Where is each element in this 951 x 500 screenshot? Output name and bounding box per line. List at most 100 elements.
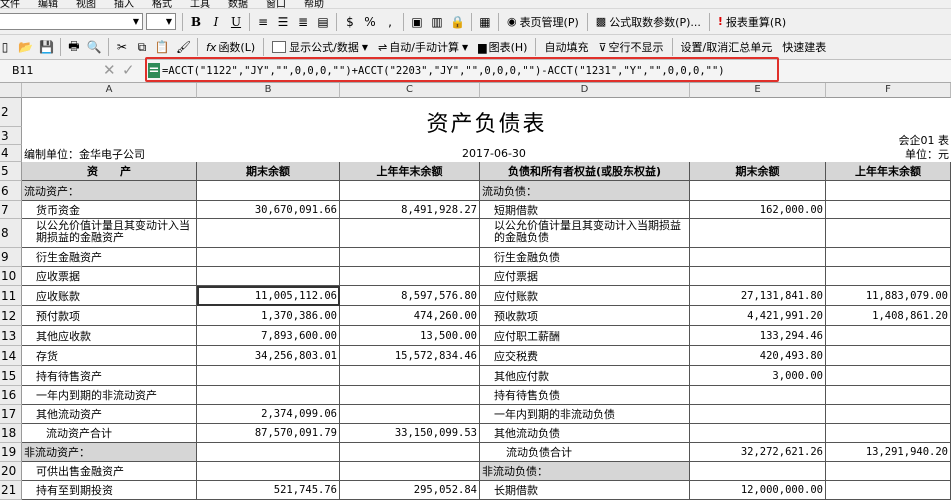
- cell-b8[interactable]: [197, 219, 340, 248]
- hide-empty-rows-button[interactable]: ⊽ 空行不显示: [594, 38, 667, 57]
- cell-a13[interactable]: 其他应收款: [22, 326, 197, 346]
- align-right-icon[interactable]: ≣: [294, 12, 312, 31]
- menu-item[interactable]: 数据: [228, 0, 248, 8]
- menu-item[interactable]: 窗口: [266, 0, 286, 8]
- column-header-e[interactable]: E: [690, 83, 826, 98]
- italic-button[interactable]: I: [207, 12, 225, 31]
- cell-a18[interactable]: 流动资产合计: [22, 424, 197, 443]
- cell-e13[interactable]: 133,294.46: [690, 326, 826, 346]
- row-header-5[interactable]: 5: [0, 162, 22, 181]
- cell-a17[interactable]: 其他流动资产: [22, 405, 197, 424]
- show-formula-button[interactable]: 显示公式/数据 ▼: [268, 38, 372, 57]
- preview-icon[interactable]: ▦: [476, 12, 494, 31]
- cell-c18[interactable]: 33,150,099.53: [340, 424, 480, 443]
- cell-f11[interactable]: 11,883,079.00: [826, 286, 951, 306]
- row-header-16[interactable]: 16: [0, 386, 22, 405]
- cell-e19[interactable]: 32,272,621.26: [690, 443, 826, 462]
- row-header-10[interactable]: 10: [0, 267, 22, 286]
- cell-e14[interactable]: 420,493.80: [690, 346, 826, 366]
- row-header-2[interactable]: 2: [0, 98, 22, 127]
- cell-c12[interactable]: 474,260.00: [340, 306, 480, 326]
- cell-c21[interactable]: 295,052.84: [340, 481, 480, 500]
- row-header-7[interactable]: 7: [0, 201, 22, 219]
- cell-f19[interactable]: 13,291,940.20: [826, 443, 951, 462]
- quick-build-table-button[interactable]: 快速建表: [778, 38, 830, 57]
- font-size-combo[interactable]: ▼: [146, 13, 176, 30]
- cell-d15[interactable]: 其他应付款: [480, 366, 690, 386]
- cell-d7[interactable]: 短期借款: [480, 201, 690, 219]
- cell-b15[interactable]: [197, 366, 340, 386]
- cell-d10[interactable]: 应付票据: [480, 267, 690, 286]
- cell-e11[interactable]: 27,131,841.80: [690, 286, 826, 306]
- percent-button[interactable]: %: [361, 12, 379, 31]
- cell-e21[interactable]: 12,000,000.00: [690, 481, 826, 500]
- row-header-14[interactable]: 14: [0, 346, 22, 366]
- cell-f20[interactable]: [826, 462, 951, 481]
- row-header-21[interactable]: 21: [0, 481, 22, 500]
- report-recalc-button[interactable]: ! 报表重算(R): [714, 12, 790, 31]
- function-button[interactable]: fx 函数(L): [202, 38, 259, 57]
- cell-a19[interactable]: 非流动资产：: [22, 443, 197, 462]
- cell-a7[interactable]: 货币资金: [22, 201, 197, 219]
- row-header-13[interactable]: 13: [0, 326, 22, 346]
- row-header-17[interactable]: 17: [0, 405, 22, 424]
- border-icon[interactable]: ▣: [408, 12, 426, 31]
- cell-c7[interactable]: 8,491,928.27: [340, 201, 480, 219]
- cell-e20[interactable]: [690, 462, 826, 481]
- cell-d17[interactable]: 一年内到期的非流动负债: [480, 405, 690, 424]
- cell-d18[interactable]: 其他流动负债: [480, 424, 690, 443]
- cell-d21[interactable]: 长期借款: [480, 481, 690, 500]
- cell-a11[interactable]: 应收账款: [22, 286, 197, 306]
- cell-d9[interactable]: 衍生金融负债: [480, 248, 690, 267]
- cell-a9[interactable]: 衍生金融资产: [22, 248, 197, 267]
- cell-reference-box[interactable]: B11: [6, 62, 102, 79]
- cell-d12[interactable]: 预收款项: [480, 306, 690, 326]
- column-header-d[interactable]: D: [480, 83, 690, 98]
- cell-b7[interactable]: 30,670,091.66: [197, 201, 340, 219]
- new-file-icon[interactable]: ▯: [0, 38, 14, 57]
- menu-item[interactable]: 文件: [0, 0, 20, 8]
- cell-f6[interactable]: [826, 181, 951, 201]
- save-icon[interactable]: 💾: [37, 38, 56, 57]
- row-header-6[interactable]: 6: [0, 181, 22, 201]
- align-left-icon[interactable]: ≡: [254, 12, 272, 31]
- cancel-edit-icon[interactable]: ✕: [103, 61, 116, 79]
- cell-e16[interactable]: [690, 386, 826, 405]
- menu-item[interactable]: 编辑: [38, 0, 58, 8]
- auto-fill-button[interactable]: 自动填充: [540, 38, 592, 57]
- cell-b16[interactable]: [197, 386, 340, 405]
- cell-b14[interactable]: 34,256,803.01: [197, 346, 340, 366]
- row-header-9[interactable]: 9: [0, 248, 22, 267]
- align-center-icon[interactable]: ☰: [274, 12, 292, 31]
- select-all-corner[interactable]: [0, 83, 22, 98]
- chart-button[interactable]: ▆ 图表(H): [474, 38, 531, 57]
- cell-b20[interactable]: [197, 462, 340, 481]
- row-header-8[interactable]: 8: [0, 219, 22, 248]
- cell-e15[interactable]: 3,000.00: [690, 366, 826, 386]
- page-manage-button[interactable]: ◉ 表页管理(P): [503, 12, 583, 31]
- row-header-19[interactable]: 19: [0, 443, 22, 462]
- cell-a14[interactable]: 存货: [22, 346, 197, 366]
- cell-f14[interactable]: [826, 346, 951, 366]
- cell-b10[interactable]: [197, 267, 340, 286]
- cell-e10[interactable]: [690, 267, 826, 286]
- row-header-18[interactable]: 18: [0, 424, 22, 443]
- cell-a10[interactable]: 应收票据: [22, 267, 197, 286]
- cell-a15[interactable]: 持有待售资产: [22, 366, 197, 386]
- cell-b11[interactable]: 11,005,112.06: [197, 286, 340, 306]
- cell-b18[interactable]: 87,570,091.79: [197, 424, 340, 443]
- menu-item[interactable]: 工具: [190, 0, 210, 8]
- cell-a21[interactable]: 持有至到期投资: [22, 481, 197, 500]
- cell-a12[interactable]: 预付款项: [22, 306, 197, 326]
- paste-icon[interactable]: 📋: [153, 38, 172, 57]
- cut-icon[interactable]: ✂: [113, 38, 131, 57]
- menu-item[interactable]: 格式: [152, 0, 172, 8]
- cell-b9[interactable]: [197, 248, 340, 267]
- row-header-3[interactable]: 3: [0, 127, 22, 145]
- cell-d11[interactable]: 应付账款: [480, 286, 690, 306]
- cell-c14[interactable]: 15,572,834.46: [340, 346, 480, 366]
- cell-f10[interactable]: [826, 267, 951, 286]
- cell-f8[interactable]: [826, 219, 951, 248]
- column-header-a[interactable]: A: [22, 83, 197, 98]
- column-header-c[interactable]: C: [340, 83, 480, 98]
